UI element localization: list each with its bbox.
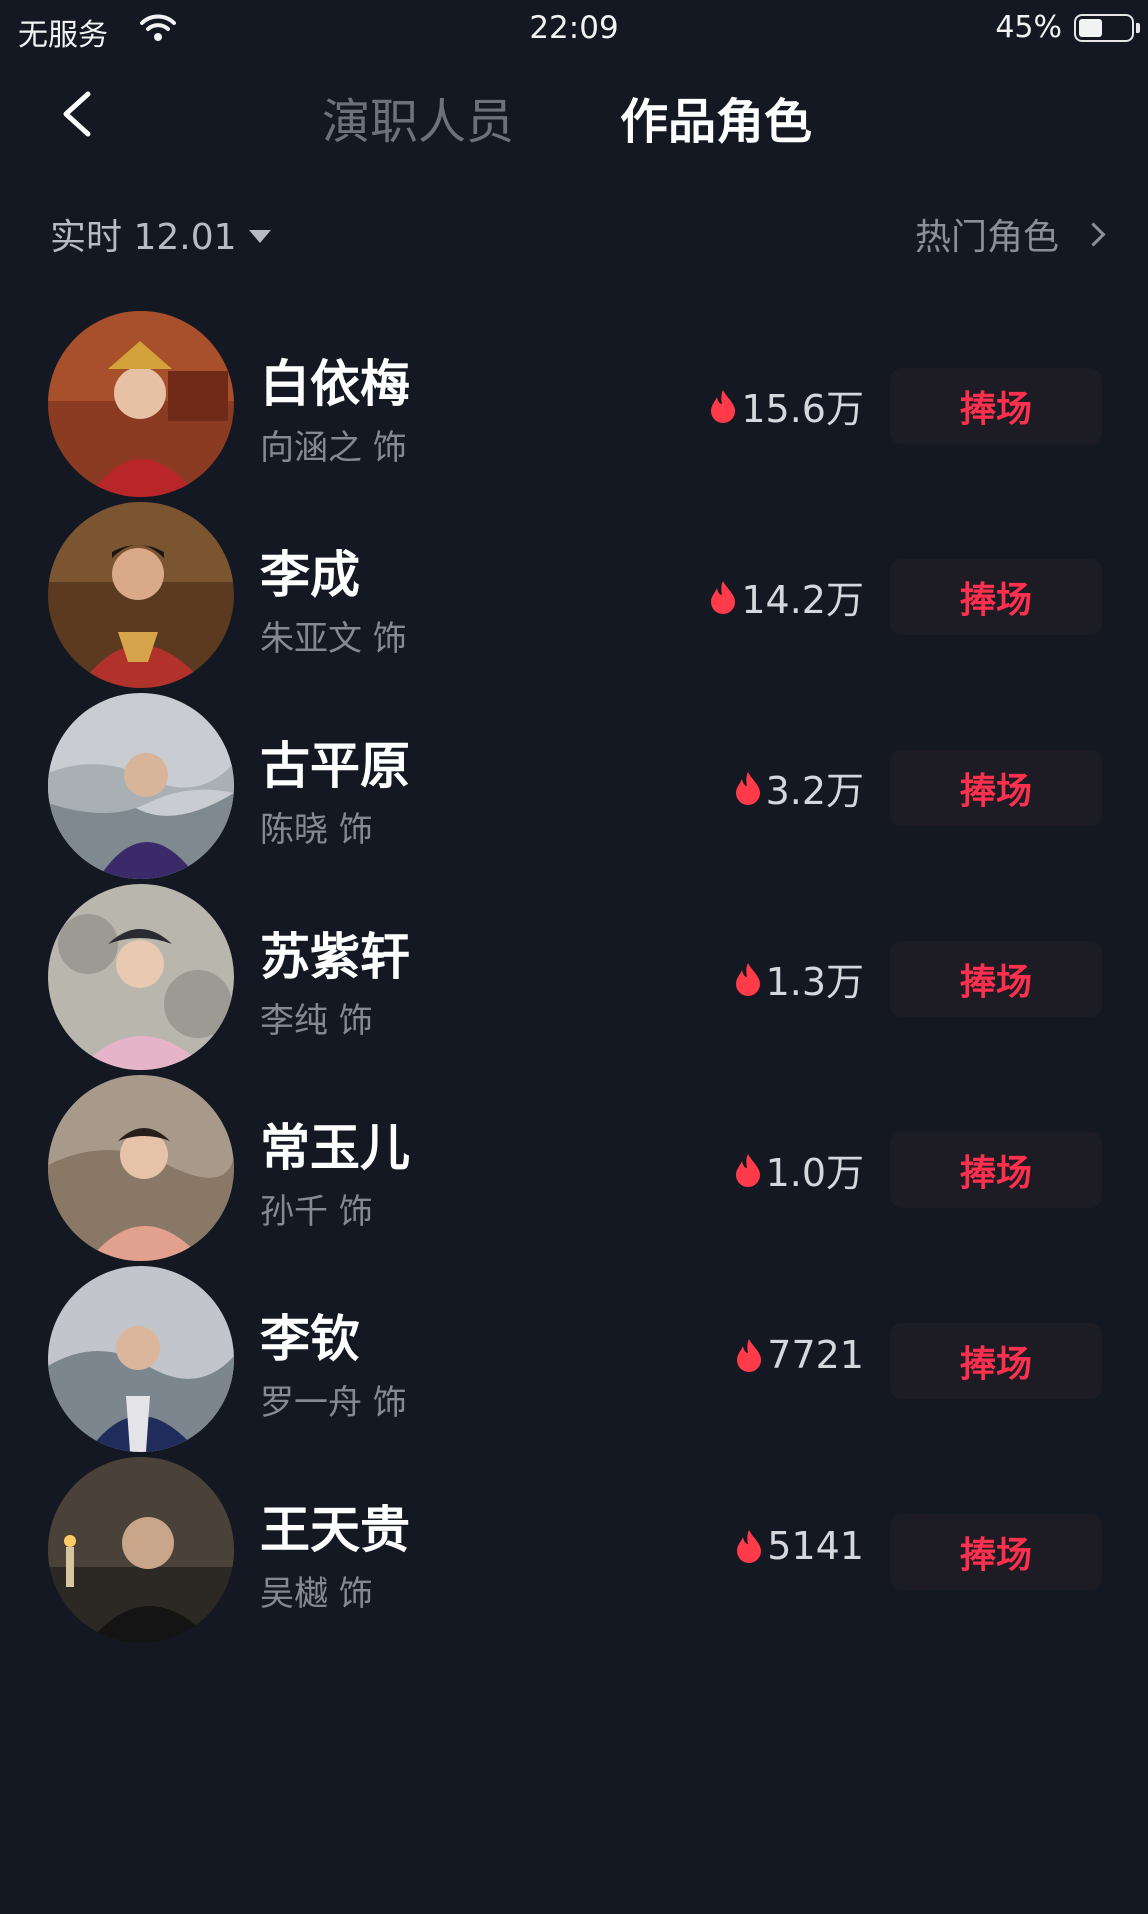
list-item[interactable]: 常玉儿 孙千 饰 1.0万 捧场: [0, 1072, 1148, 1262]
avatar[interactable]: [48, 311, 234, 497]
battery-percentage: 45%: [995, 10, 1062, 45]
date-label: 实时 12.01: [50, 217, 237, 258]
role-name: 李钦: [260, 1310, 360, 1368]
list-item[interactable]: 白依梅 向涵之 饰 15.6万 捧场: [0, 308, 1148, 498]
role-name: 王天贵: [260, 1501, 410, 1559]
heat-value: 15.6万: [741, 387, 864, 431]
avatar[interactable]: [48, 693, 234, 879]
heat-score: 7721: [735, 1333, 864, 1377]
heat-score: 1.3万: [734, 951, 864, 1006]
heat-value: 3.2万: [765, 769, 864, 813]
heat-score: 1.0万: [734, 1142, 864, 1197]
hot-roles-link[interactable]: 热门角色: [914, 208, 1106, 260]
avatar[interactable]: [48, 1075, 234, 1261]
role-name: 古平原: [260, 737, 410, 795]
avatar[interactable]: [48, 1266, 234, 1452]
actor-credit: 罗一舟 饰: [260, 1383, 407, 1423]
back-arrow-icon[interactable]: [52, 84, 112, 144]
actor-credit: 朱亚文 饰: [260, 619, 407, 659]
avatar[interactable]: [48, 502, 234, 688]
role-name: 苏紫轩: [260, 928, 410, 986]
role-name: 常玉儿: [260, 1119, 410, 1177]
heat-value: 1.3万: [765, 960, 864, 1004]
status-bar: 无服务 22:09 45%: [0, 0, 1148, 56]
list-item[interactable]: 苏紫轩 李纯 饰 1.3万 捧场: [0, 881, 1148, 1071]
battery-icon: [1074, 14, 1140, 42]
battery-fill: [1079, 19, 1102, 37]
list-item[interactable]: 李成 朱亚文 饰 14.2万 捧场: [0, 499, 1148, 689]
avatar[interactable]: [48, 1457, 234, 1643]
flame-icon: [711, 580, 736, 614]
heat-value: 1.0万: [765, 1151, 864, 1195]
cheer-button[interactable]: 捧场: [890, 368, 1102, 444]
tab-cast[interactable]: 演职人员: [322, 82, 514, 152]
cheer-button[interactable]: 捧场: [890, 1514, 1102, 1590]
heat-value: 5141: [767, 1524, 864, 1568]
clock: 22:09: [529, 10, 619, 46]
cheer-button[interactable]: 捧场: [890, 1132, 1102, 1208]
cheer-button[interactable]: 捧场: [890, 941, 1102, 1017]
tab-roles[interactable]: 作品角色: [620, 82, 812, 152]
date-dropdown[interactable]: 实时 12.01: [50, 208, 271, 260]
filter-bar: 实时 12.01 热门角色: [0, 200, 1148, 260]
cheer-button[interactable]: 捧场: [890, 750, 1102, 826]
chevron-right-icon: [1081, 221, 1106, 247]
actor-credit: 孙千 饰: [260, 1192, 373, 1232]
actor-credit: 吴樾 饰: [260, 1574, 373, 1614]
heat-score: 3.2万: [734, 760, 864, 815]
heat-value: 7721: [767, 1333, 864, 1377]
flame-icon: [735, 771, 760, 805]
cheer-button[interactable]: 捧场: [890, 559, 1102, 635]
flame-icon: [737, 1339, 762, 1372]
avatar[interactable]: [48, 884, 234, 1070]
list-item[interactable]: 王天贵 吴樾 饰 5141 捧场: [0, 1454, 1148, 1644]
hot-roles-label: 热门角色: [914, 217, 1059, 258]
flame-icon: [711, 389, 736, 423]
cheer-button[interactable]: 捧场: [890, 1323, 1102, 1399]
role-name: 白依梅: [260, 355, 410, 413]
flame-icon: [735, 1153, 760, 1187]
heat-value: 14.2万: [741, 578, 864, 622]
top-nav: 演职人员 作品角色: [0, 70, 1148, 160]
role-name: 李成: [260, 546, 360, 604]
heat-score: 15.6万: [709, 378, 864, 433]
flame-icon: [737, 1530, 762, 1563]
heat-score: 5141: [735, 1524, 864, 1568]
actor-credit: 李纯 饰: [260, 1001, 373, 1041]
actor-credit: 向涵之 饰: [260, 428, 407, 468]
flame-icon: [735, 962, 760, 996]
list-item[interactable]: 李钦 罗一舟 饰 7721 捧场: [0, 1263, 1148, 1453]
actor-credit: 陈晓 饰: [260, 810, 373, 850]
heat-score: 14.2万: [709, 569, 864, 624]
caret-down-icon: [248, 229, 271, 243]
list-item[interactable]: 古平原 陈晓 饰 3.2万 捧场: [0, 690, 1148, 880]
